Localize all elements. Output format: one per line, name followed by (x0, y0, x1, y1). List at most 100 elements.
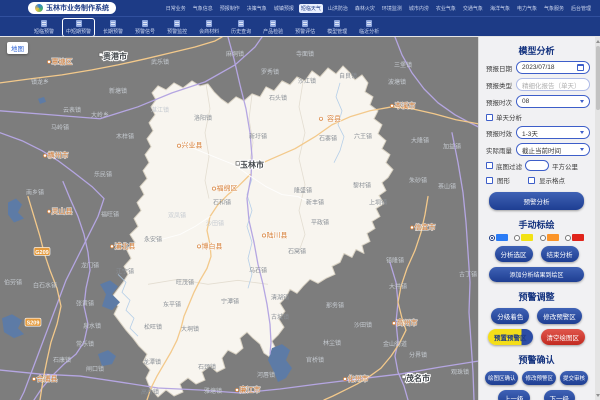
tab-label: 短临预警 (34, 28, 54, 35)
panel-button[interactable]: 修改预警区 (537, 308, 582, 324)
clear-draw-area-button[interactable]: 清空绘图区 (541, 329, 586, 345)
top-menu-item[interactable]: 城镇预报 (272, 4, 296, 13)
subnav-tab[interactable]: 预警监控 (163, 18, 191, 37)
scroll-down-icon[interactable] (596, 394, 600, 397)
map-layer-button[interactable]: 地图 (7, 42, 28, 54)
shape-checkbox[interactable] (486, 177, 493, 184)
subnav-tab[interactable]: 模型管理 (323, 18, 351, 37)
subnav-tabs: 短临预警 中短期预警长期预警预警信号预警监控会商材料历史查询产品检验预警评估模型管… (0, 16, 600, 36)
previous-level-button[interactable]: 上一级 (498, 390, 530, 400)
map-label: 双凤镇 (168, 212, 186, 220)
map-label: 罗秀镇 (261, 68, 279, 76)
forecast-lead-label: 预报时效 (486, 128, 513, 138)
preset-warning-area-button[interactable]: 预置预警区 (488, 329, 533, 345)
top-menu-item[interactable]: 城市内涝 (407, 4, 431, 13)
panel-button[interactable]: 结束分析 (541, 246, 579, 262)
top-menu-item[interactable]: 短临天气 (299, 4, 323, 13)
panel-scrollbar[interactable] (595, 37, 600, 400)
forecast-date-value: 2023/07/18 (522, 64, 555, 71)
add-analysis-result-button[interactable]: 添加分析结果到绘区 (489, 267, 584, 282)
scrollbar-thumb[interactable] (596, 46, 600, 110)
city-marker (402, 375, 406, 378)
map-label: 新圩镇 (249, 133, 267, 141)
tab-document-icon (41, 20, 47, 27)
single-day-checkbox[interactable] (486, 114, 493, 121)
tab-document-icon (270, 20, 276, 27)
panel-button[interactable]: 分级着色 (491, 308, 529, 324)
map-label: 云表镇 (63, 106, 81, 114)
top-menu-item[interactable]: 气象信息 (191, 4, 215, 13)
forecast-date-input[interactable]: 2023/07/18 (516, 61, 590, 74)
color-radio[interactable] (489, 235, 495, 241)
map-label: 寺面镇 (296, 50, 314, 58)
top-menu-item[interactable]: 日常业务 (164, 4, 188, 13)
map-label: 灵山县 (52, 207, 73, 216)
subnav-tab[interactable]: 短临预警 (30, 18, 58, 37)
map-label: 廉江市 (240, 385, 261, 394)
subnav-tab[interactable]: 历史查询 (227, 18, 255, 37)
top-menu-item[interactable]: 农业气象 (434, 4, 458, 13)
road-shield-label: G209 (35, 250, 48, 256)
area-filter-input[interactable] (525, 160, 549, 171)
next-level-button[interactable]: 下一级 (544, 390, 576, 400)
map-container[interactable]: G209S209贵港市玉林市茂名市覃塘区横州市兴业县灵山县浦北县博白县福绵区容县… (0, 37, 478, 400)
color-radio[interactable] (514, 235, 520, 241)
draw-color-option[interactable] (489, 234, 508, 241)
map-label: 沙田镇 (206, 219, 224, 227)
forecast-hour-select[interactable]: 08 (516, 95, 590, 108)
map-label: 茶山镇 (438, 183, 456, 191)
county-marker (343, 377, 346, 380)
forecast-date-label: 预报日期 (486, 63, 513, 73)
warning-analysis-button[interactable]: 预警分析 (489, 192, 584, 210)
subnav-tab[interactable]: 长期预警 (99, 18, 127, 37)
top-menu-item[interactable]: 交通气象 (461, 4, 485, 13)
map-label: 松旺镇 (144, 323, 162, 331)
subnav-tab[interactable]: 预警信号 (131, 18, 159, 37)
adjust-button-row: 分级着色修改预警区 (479, 308, 594, 324)
map-canvas[interactable]: G209S209贵港市玉林市茂名市覃塘区横州市兴业县灵山县浦北县博白县福绵区容县… (0, 37, 478, 400)
grid-checkbox[interactable] (528, 177, 535, 184)
road-shield-label: S209 (27, 321, 40, 327)
map-label: 石窝镇 (288, 247, 306, 255)
actual-rain-select[interactable]: 截止当前时间 (516, 143, 590, 156)
top-menu: 日常业务气象信息预报制作决策气象城镇预报短临天气山洪防治森林火灾环境监测城市内涝… (164, 4, 600, 13)
draw-color-option[interactable] (514, 234, 533, 241)
panel-button[interactable]: 修改预警区 (522, 371, 556, 385)
panel-button[interactable]: 分析选区 (495, 246, 533, 262)
map-label: 玉林市 (240, 160, 264, 170)
color-radio[interactable] (540, 235, 546, 241)
top-menu-item[interactable]: 电力气象 (515, 4, 539, 13)
map-label: 六王镇 (354, 133, 372, 141)
panel-button[interactable]: 绘图区确认 (485, 371, 519, 385)
basemap-filter-checkbox[interactable] (486, 162, 493, 169)
panel-button[interactable]: 提交审核 (560, 371, 588, 385)
top-menu-item[interactable]: 环境监测 (380, 4, 404, 13)
tab-document-icon (174, 20, 180, 27)
subnav-tab[interactable]: 会商材料 (195, 18, 223, 37)
top-menu-item[interactable]: 海洋气象 (488, 4, 512, 13)
top-menu-item[interactable]: 后台管理 (569, 4, 593, 13)
top-menu-item[interactable]: 预报制作 (218, 4, 242, 13)
subnav-tab[interactable]: 临近分析 (355, 18, 383, 37)
map-label: 乌石镇 (249, 266, 267, 274)
top-menu-item[interactable]: 森林火灾 (353, 4, 377, 13)
map-label: 自良镇 (339, 72, 357, 80)
subnav-tab[interactable]: 中短期预警 (62, 18, 95, 37)
subnav-tab[interactable]: 预警评估 (291, 18, 319, 37)
top-menu-item[interactable]: 决策气象 (245, 4, 269, 13)
single-day-label: 单天分析 (496, 112, 522, 122)
subnav-tab[interactable]: 产品检验 (259, 18, 287, 37)
draw-color-option[interactable] (565, 234, 584, 241)
top-menu-item[interactable]: 山洪防治 (326, 4, 350, 13)
forecast-lead-select[interactable]: 1-3天 (516, 126, 590, 139)
map-label: 古城镇 (271, 313, 289, 321)
draw-color-option[interactable] (540, 234, 559, 241)
scroll-up-icon[interactable] (596, 40, 600, 43)
forecast-type-input[interactable]: 精细化报告（单天） (516, 78, 590, 91)
map-label: 横州市 (48, 151, 69, 160)
draw-color-options (489, 234, 584, 241)
color-radio[interactable] (565, 235, 571, 241)
grid-label: 显示格点 (539, 175, 565, 185)
map-label: 沙田镇 (354, 321, 372, 329)
top-menu-item[interactable]: 气象服务 (542, 4, 566, 13)
